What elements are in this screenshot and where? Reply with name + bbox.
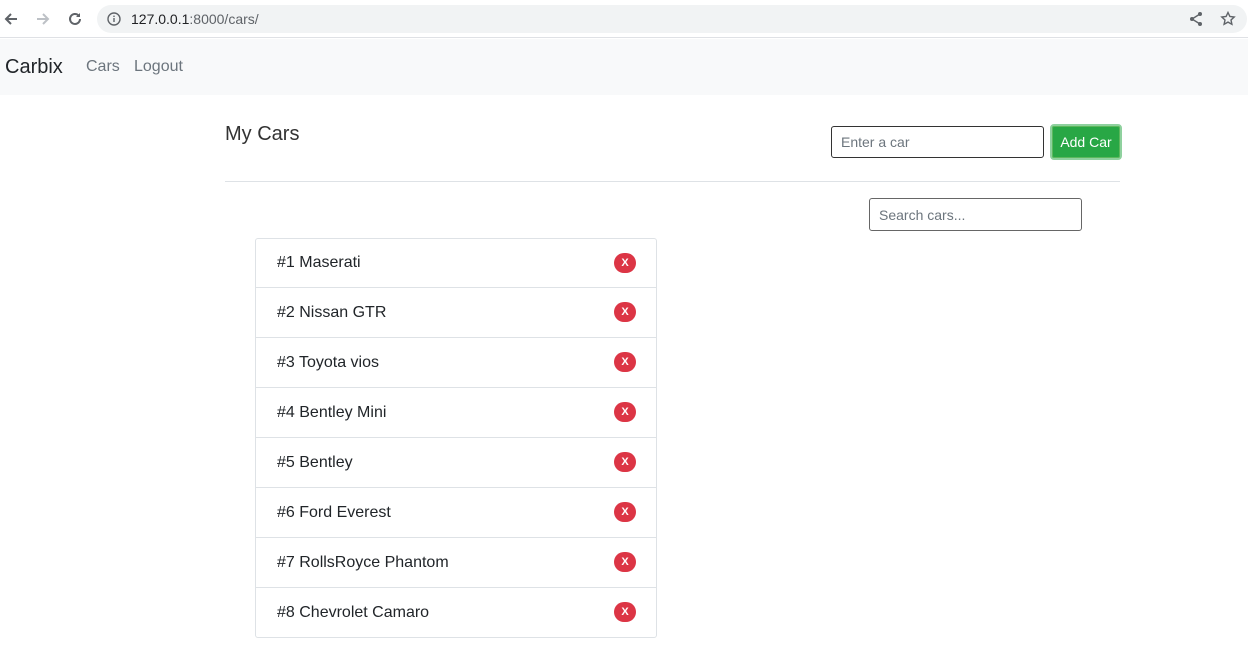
- delete-car-button[interactable]: X: [614, 302, 636, 322]
- page-title: My Cars: [225, 123, 300, 145]
- delete-car-button[interactable]: X: [614, 352, 636, 372]
- search-cars-input[interactable]: [869, 198, 1082, 231]
- delete-car-button[interactable]: X: [614, 602, 636, 622]
- delete-car-button[interactable]: X: [614, 452, 636, 472]
- list-item: #2 Nissan GTR X: [255, 288, 657, 338]
- list-item: #1 Maserati X: [255, 238, 657, 288]
- divider: [225, 181, 1120, 182]
- car-label: #6 Ford Everest: [277, 503, 391, 521]
- info-icon[interactable]: [107, 12, 121, 31]
- address-bar[interactable]: 127.0.0.1:8000/cars/: [97, 5, 1247, 33]
- add-car-button[interactable]: Add Car: [1050, 124, 1122, 160]
- car-label: #5 Bentley: [277, 453, 353, 471]
- brand-logo[interactable]: Carbix: [5, 56, 63, 79]
- car-label: #7 RollsRoyce Phantom: [277, 553, 449, 571]
- site-navbar: Carbix Cars Logout: [0, 39, 1248, 95]
- back-arrow-icon[interactable]: [1, 9, 21, 29]
- bookmark-star-icon[interactable]: [1219, 10, 1237, 28]
- list-item: #8 Chevrolet Camaro X: [255, 588, 657, 638]
- reload-icon[interactable]: [65, 9, 85, 29]
- car-list: #1 Maserati X #2 Nissan GTR X #3 Toyota vi…: [255, 238, 657, 638]
- car-label: #1 Maserati: [277, 254, 361, 271]
- nav-link-cars[interactable]: Cars: [86, 58, 120, 76]
- list-item: #7 RollsRoyce Phantom X: [255, 538, 657, 588]
- list-item: #4 Bentley Mini X: [255, 388, 657, 438]
- nav-link-logout[interactable]: Logout: [134, 58, 183, 76]
- car-label: #4 Bentley Mini: [277, 403, 387, 421]
- delete-car-button[interactable]: X: [614, 402, 636, 422]
- car-label: #8 Chevrolet Camaro: [277, 603, 430, 621]
- car-name-input[interactable]: [831, 126, 1044, 158]
- list-item: #3 Toyota vios X: [255, 338, 657, 388]
- car-label: #2 Nissan GTR: [277, 303, 387, 321]
- list-item: #6 Ford Everest X: [255, 488, 657, 538]
- share-icon[interactable]: [1187, 10, 1205, 28]
- url-text: 127.0.0.1:8000/cars/: [131, 11, 259, 27]
- delete-car-button[interactable]: X: [614, 552, 636, 572]
- browser-toolbar: 127.0.0.1:8000/cars/: [0, 0, 1248, 38]
- delete-car-button[interactable]: X: [614, 253, 636, 273]
- car-label: #3 Toyota vios: [277, 353, 379, 371]
- list-item: #5 Bentley X: [255, 438, 657, 488]
- forward-arrow-icon[interactable]: [33, 9, 53, 29]
- delete-car-button[interactable]: X: [614, 502, 636, 522]
